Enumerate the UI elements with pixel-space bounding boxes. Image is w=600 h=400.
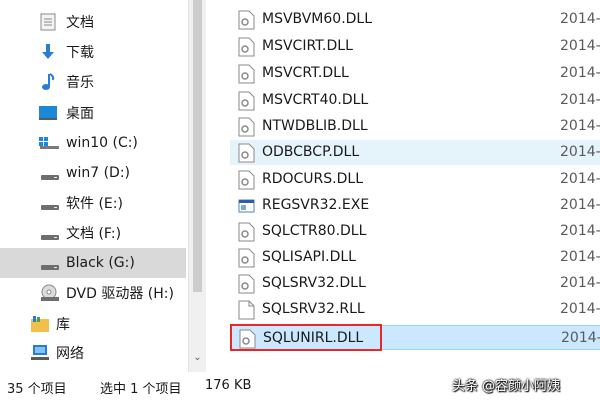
file-date: 2014- bbox=[560, 249, 600, 265]
file-date: 2014- bbox=[560, 118, 600, 134]
file-row[interactable]: MSVCRT40.DLL 2014- bbox=[230, 88, 600, 113]
nav-item-documents[interactable]: 文档 bbox=[0, 8, 186, 36]
file-row[interactable]: REGSVR32.EXE 2014- bbox=[230, 193, 600, 218]
drive-icon bbox=[40, 200, 60, 216]
nav-item-drive-c[interactable]: win10 (C:) bbox=[0, 129, 186, 157]
nav-item-label: win10 (C:) bbox=[66, 135, 138, 151]
file-row-hovered[interactable]: ODBCBCP.DLL 2014- bbox=[230, 140, 600, 165]
nav-item-desktop[interactable]: 桌面 bbox=[0, 99, 186, 127]
file-date: 2014- bbox=[560, 301, 600, 317]
file-row[interactable]: NTWDBLIB.DLL 2014- bbox=[230, 114, 600, 139]
nav-item-network[interactable]: 网络 bbox=[0, 339, 186, 367]
file-name: SQLCTR80.DLL bbox=[262, 223, 367, 239]
dll-file-icon bbox=[238, 117, 255, 137]
nav-item-label: 库 bbox=[56, 317, 70, 333]
file-row[interactable]: SQLSRV32.DLL 2014- bbox=[230, 271, 600, 296]
dll-file-icon bbox=[238, 170, 255, 190]
drive-icon bbox=[40, 260, 60, 276]
item-count: 35 个项目 bbox=[7, 382, 67, 397]
nav-item-drive-g[interactable]: Black (G:) bbox=[0, 248, 186, 278]
scroll-thumb[interactable] bbox=[193, 0, 202, 292]
file-name: RDOCURS.DLL bbox=[262, 171, 363, 187]
file-date: 2014- bbox=[560, 223, 600, 239]
highlight-box bbox=[230, 324, 382, 351]
nav-item-label: 软件 (E:) bbox=[66, 196, 123, 212]
file-row[interactable]: SQLCTR80.DLL 2014- bbox=[230, 219, 600, 244]
watermark: 头条 @容颜小阿姨 bbox=[452, 379, 561, 394]
dll-file-icon bbox=[238, 274, 255, 294]
file-name: MSVCIRT.DLL bbox=[262, 38, 353, 54]
selection-count: 选中 1 个项目 bbox=[100, 382, 182, 397]
nav-item-drive-e[interactable]: 软件 (E:) bbox=[0, 189, 186, 217]
file-name: ODBCBCP.DLL bbox=[262, 144, 360, 160]
dll-file-icon bbox=[238, 91, 255, 111]
file-date: 2014- bbox=[560, 65, 600, 81]
windows-drive-icon bbox=[38, 136, 60, 154]
nav-item-label: Black (G:) bbox=[66, 255, 135, 271]
file-name: MSVCRT.DLL bbox=[262, 65, 349, 81]
nav-item-label: 桌面 bbox=[66, 106, 94, 122]
nav-item-label: DVD 驱动器 (H:) bbox=[66, 286, 174, 302]
navigation-pane: 文档 下载 音乐 桌面 win10 (C:) win7 (D:) 软件 (E:)… bbox=[0, 0, 188, 372]
file-date: 2014- bbox=[561, 330, 600, 346]
nav-item-drive-f[interactable]: 文档 (F:) bbox=[0, 219, 186, 247]
nav-item-drive-h[interactable]: DVD 驱动器 (H:) bbox=[0, 279, 186, 307]
file-date: 2014- bbox=[560, 11, 600, 27]
nav-item-libraries[interactable]: 库 bbox=[0, 310, 186, 338]
nav-item-music[interactable]: 音乐 bbox=[0, 68, 186, 96]
dll-file-icon bbox=[238, 143, 255, 163]
exe-file-icon bbox=[238, 196, 255, 216]
dll-file-icon bbox=[238, 248, 255, 268]
nav-item-label: 网络 bbox=[56, 346, 84, 362]
nav-item-drive-d[interactable]: win7 (D:) bbox=[0, 159, 186, 187]
scroll-down-icon[interactable]: ⌄ bbox=[192, 352, 203, 363]
nav-item-downloads[interactable]: 下载 bbox=[0, 38, 186, 66]
drive-icon bbox=[40, 170, 60, 186]
file-row[interactable]: MSVCIRT.DLL 2014- bbox=[230, 34, 600, 59]
selection-size: 176 KB bbox=[205, 378, 252, 393]
dll-file-icon bbox=[238, 37, 255, 57]
dvd-drive-icon bbox=[40, 284, 60, 306]
file-name: SQLISAPI.DLL bbox=[262, 249, 356, 265]
nav-item-label: 音乐 bbox=[66, 75, 94, 91]
file-name: NTWDBLIB.DLL bbox=[262, 118, 368, 134]
nav-item-label: 文档 (F:) bbox=[66, 226, 122, 242]
file-row[interactable]: SQLISAPI.DLL 2014- bbox=[230, 245, 600, 270]
dll-file-icon bbox=[238, 10, 255, 30]
file-row[interactable]: SQLSRV32.RLL 2014- bbox=[230, 297, 600, 322]
nav-item-label: 文档 bbox=[66, 15, 94, 31]
dll-file-icon bbox=[238, 64, 255, 84]
libraries-icon bbox=[30, 315, 50, 337]
file-name: SQLSRV32.DLL bbox=[262, 275, 366, 291]
nav-scrollbar[interactable]: ⌄ bbox=[189, 0, 206, 372]
file-date: 2014- bbox=[560, 144, 600, 160]
nav-item-label: win7 (D:) bbox=[66, 165, 130, 181]
music-icon bbox=[41, 73, 55, 95]
file-row[interactable]: MSVCRT.DLL 2014- bbox=[230, 61, 600, 86]
file-date: 2014- bbox=[560, 197, 600, 213]
file-name: SQLSRV32.RLL bbox=[262, 301, 365, 317]
download-icon bbox=[40, 43, 56, 65]
desktop-icon bbox=[38, 105, 58, 125]
file-name: MSVCRT40.DLL bbox=[262, 92, 369, 108]
file-row[interactable]: RDOCURS.DLL 2014- bbox=[230, 167, 600, 192]
dll-file-icon bbox=[238, 222, 255, 242]
file-date: 2014- bbox=[560, 92, 600, 108]
file-list: MSVBVM60.DLL 2014- MSVCIRT.DLL 2014- MSV… bbox=[206, 0, 600, 372]
file-row[interactable]: MSVBVM60.DLL 2014- bbox=[230, 7, 600, 32]
file-date: 2014- bbox=[560, 38, 600, 54]
documents-icon bbox=[40, 13, 56, 35]
network-icon bbox=[30, 344, 50, 366]
drive-icon bbox=[40, 230, 60, 246]
nav-item-label: 下载 bbox=[66, 45, 94, 61]
file-name: REGSVR32.EXE bbox=[262, 197, 370, 213]
file-date: 2014- bbox=[560, 275, 600, 291]
file-name: MSVBVM60.DLL bbox=[262, 11, 373, 27]
file-date: 2014- bbox=[560, 171, 600, 187]
blank-file-icon bbox=[238, 300, 255, 320]
